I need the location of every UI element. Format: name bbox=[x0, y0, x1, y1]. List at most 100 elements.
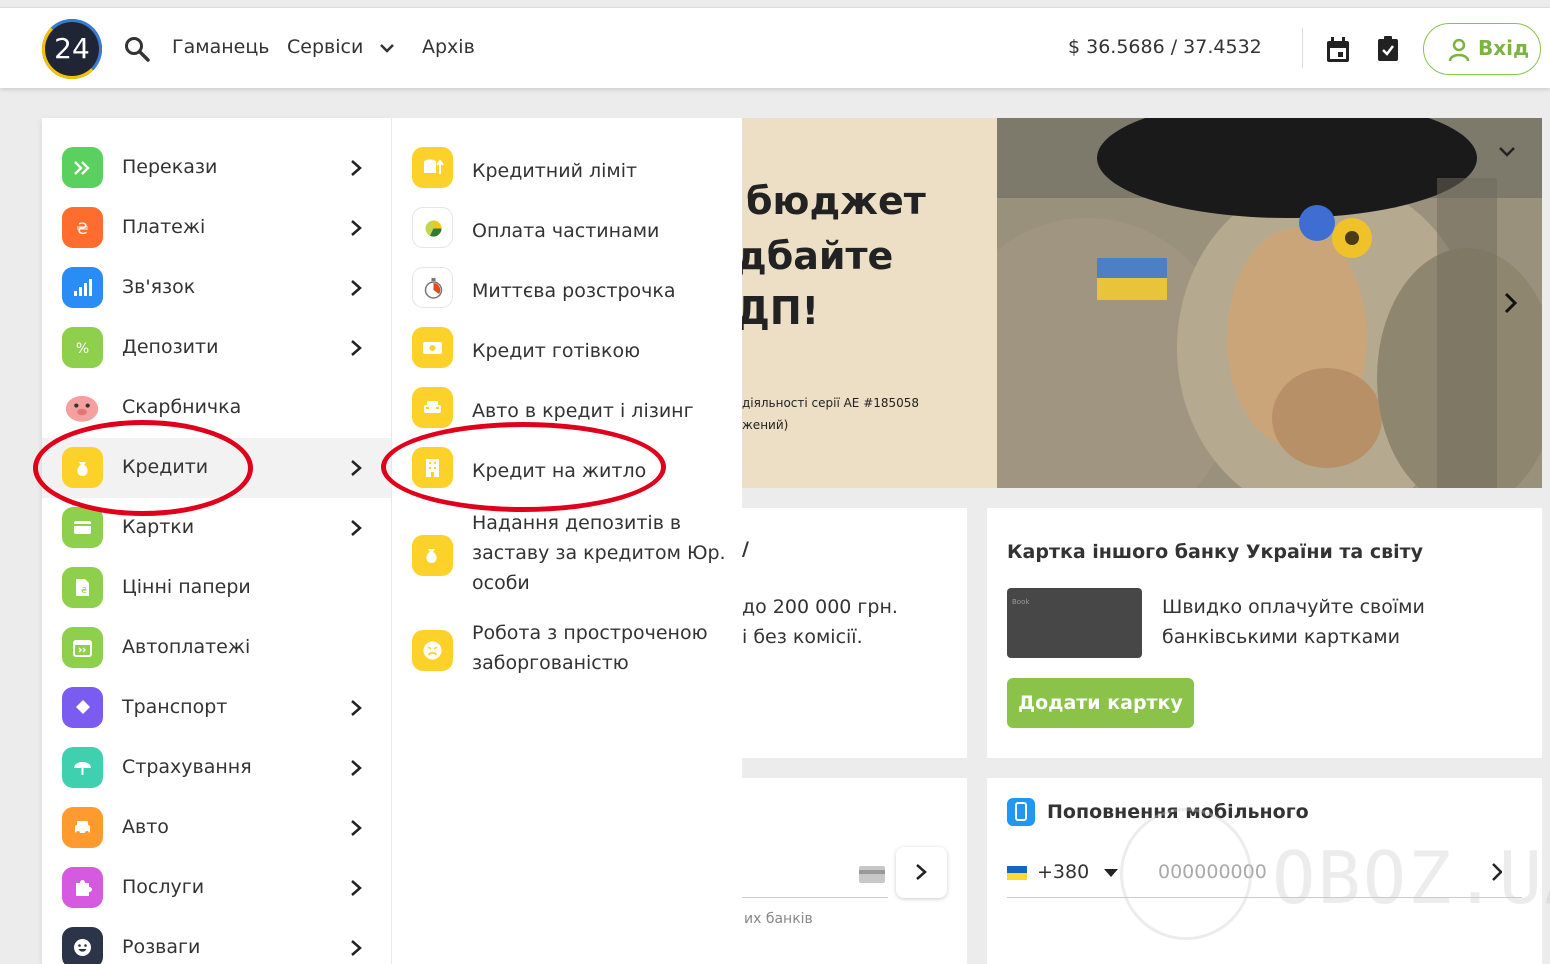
banknote-icon bbox=[412, 327, 453, 368]
promo-banner[interactable]: бюджет дбайте ДП! діяльності серії АЕ #1… bbox=[742, 118, 997, 488]
card-icon bbox=[62, 507, 103, 548]
submenu-item-label: Оплата частинами bbox=[472, 220, 660, 242]
menu-item[interactable]: Перекази bbox=[42, 138, 391, 198]
banner-photo bbox=[997, 118, 1542, 488]
menu-item[interactable]: Транспорт bbox=[42, 678, 391, 738]
menu-item-label: Транспорт bbox=[122, 696, 228, 718]
menu-item-label: Страхування bbox=[122, 756, 252, 778]
chevron-right-icon bbox=[916, 864, 927, 880]
document-icon: ₴ bbox=[62, 567, 103, 608]
menu-item-label: Депозити bbox=[122, 336, 219, 358]
chevron-right-icon bbox=[351, 760, 362, 776]
menu-item-label: Автоплатежі bbox=[122, 636, 251, 658]
banner-headline: бюджет дбайте ДП! bbox=[742, 174, 926, 339]
user-icon bbox=[1448, 38, 1470, 62]
percent-icon: % bbox=[62, 327, 103, 368]
piggy-icon bbox=[62, 387, 103, 428]
banner-line-3: ДП! bbox=[742, 289, 819, 333]
chevron-right-icon bbox=[351, 820, 362, 836]
top-bar: 24 Гаманець Сервіси Архів $ 36.5686 / 37… bbox=[0, 7, 1550, 88]
menu-item-label: Цінні папери bbox=[122, 576, 251, 598]
submenu-item[interactable]: Робота з простроченою заборгованістю bbox=[392, 618, 743, 678]
chevron-right-icon bbox=[351, 700, 362, 716]
nav-archive[interactable]: Архів bbox=[422, 36, 475, 58]
menu-item-label: Картки bbox=[122, 516, 195, 538]
phone-icon bbox=[1007, 798, 1035, 826]
menu-item-label: Перекази bbox=[122, 156, 218, 178]
other-bank-desc-1: Швидко оплачуйте своїми bbox=[1162, 596, 1425, 618]
annotation-circle-housing bbox=[381, 422, 666, 512]
nav-services[interactable]: Сервіси bbox=[287, 36, 363, 58]
sad-face-icon bbox=[412, 630, 453, 671]
submenu-item-label: Робота з простроченою заборгованістю bbox=[472, 622, 708, 674]
submenu-item[interactable]: Оплата частинами bbox=[392, 198, 743, 258]
clipboard-check-icon[interactable] bbox=[1377, 36, 1399, 62]
chevron-right-icon bbox=[351, 220, 362, 236]
currency-rate: $ 36.5686 / 37.4532 bbox=[1068, 36, 1262, 58]
menu-item[interactable]: Зв'язок bbox=[42, 258, 391, 318]
soldier-photo bbox=[997, 118, 1542, 488]
menu-item-label: Авто bbox=[122, 816, 169, 838]
calendar-icon[interactable] bbox=[1326, 37, 1350, 63]
menu-item[interactable]: ₴ Платежі bbox=[42, 198, 391, 258]
submenu-item-label: Надання депозитів в заставу за кредитом … bbox=[472, 512, 726, 594]
nav-wallet[interactable]: Гаманець bbox=[172, 36, 269, 58]
card-next-button[interactable] bbox=[896, 847, 947, 898]
bank-card-label: Book bbox=[1012, 598, 1030, 606]
banner-next-icon[interactable] bbox=[1504, 292, 1518, 314]
menu-item[interactable]: Страхування bbox=[42, 738, 391, 798]
svg-text:%: % bbox=[76, 341, 89, 357]
header-divider bbox=[1302, 28, 1303, 68]
add-card-button[interactable]: Додати картку bbox=[1007, 678, 1194, 728]
credit-card-icon bbox=[859, 866, 885, 883]
coins-up-icon bbox=[412, 147, 453, 188]
caret-down-icon[interactable] bbox=[1104, 869, 1118, 878]
car-front-icon bbox=[412, 387, 453, 428]
calendar-icon bbox=[62, 627, 103, 668]
login-label: Вхід bbox=[1478, 36, 1530, 60]
submenu-item[interactable]: Кредит готівкою bbox=[392, 318, 743, 378]
chevron-right-icon bbox=[351, 520, 362, 536]
smile-icon bbox=[62, 927, 103, 964]
submenu-item[interactable]: Кредитний ліміт bbox=[392, 138, 743, 198]
search-icon[interactable] bbox=[124, 36, 150, 62]
watermark-text: OBOZ.UA bbox=[1272, 836, 1550, 920]
menu-item[interactable]: % Депозити bbox=[42, 318, 391, 378]
money-bag-icon bbox=[412, 535, 453, 576]
menu-item[interactable]: Авто bbox=[42, 798, 391, 858]
chevron-right-icon bbox=[351, 160, 362, 176]
menu-item-label: Розваги bbox=[122, 936, 201, 958]
submenu-item-label: Миттєва розстрочка bbox=[472, 280, 676, 302]
menu-item[interactable]: Розваги bbox=[42, 918, 391, 964]
chevron-right-icon bbox=[351, 460, 362, 476]
banner-note: жений) bbox=[742, 418, 789, 432]
submenu-item-label: Кредит готівкою bbox=[472, 340, 641, 362]
banner-collapse-icon[interactable] bbox=[1498, 146, 1516, 158]
menu-item[interactable]: ₴ Цінні папери bbox=[42, 558, 391, 618]
hryvnia-icon: ₴ bbox=[62, 207, 103, 248]
banner-line-1: бюджет bbox=[746, 179, 926, 223]
menu-item[interactable]: Послуги bbox=[42, 858, 391, 918]
pie-icon bbox=[412, 207, 453, 248]
menu-item-label: Скарбничка bbox=[122, 396, 242, 418]
signal-bars-icon bbox=[62, 267, 103, 308]
menu-item-label: Послуги bbox=[122, 876, 205, 898]
ukraine-flag-icon bbox=[1007, 866, 1027, 880]
svg-text:₴: ₴ bbox=[81, 586, 87, 595]
card-input-underline bbox=[742, 897, 888, 898]
bank-card-image: Book bbox=[1007, 588, 1142, 658]
menu-item[interactable]: Автоплатежі bbox=[42, 618, 391, 678]
banner-line-2: дбайте bbox=[742, 234, 894, 278]
chevron-right-icon bbox=[351, 340, 362, 356]
submenu-item[interactable]: Миттєва розстрочка bbox=[392, 258, 743, 318]
chevron-right-icon bbox=[351, 280, 362, 296]
chevron-down-icon[interactable] bbox=[378, 41, 396, 55]
chevron-right-icon bbox=[351, 940, 362, 956]
ticket-icon bbox=[62, 687, 103, 728]
phone-prefix[interactable]: +380 bbox=[1037, 861, 1089, 883]
annotation-circle-credits bbox=[33, 420, 253, 516]
credit-submenu: Кредитний ліміт Оплата частинами Миттєва р… bbox=[391, 118, 742, 964]
watermark-logo bbox=[1120, 808, 1252, 940]
puzzle-icon bbox=[62, 867, 103, 908]
submenu-item[interactable]: Надання депозитів в заставу за кредитом … bbox=[392, 508, 743, 598]
